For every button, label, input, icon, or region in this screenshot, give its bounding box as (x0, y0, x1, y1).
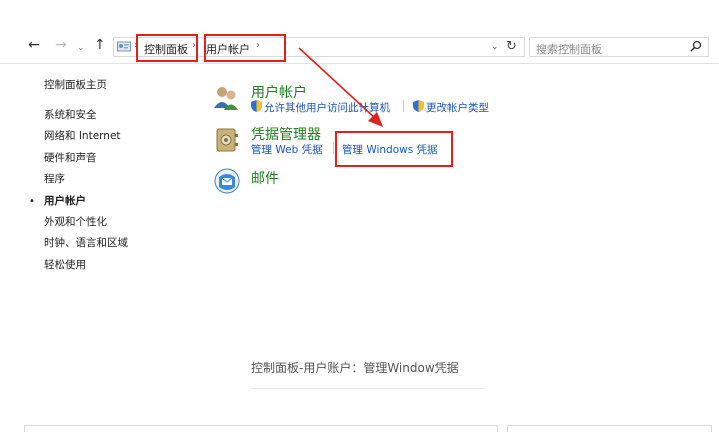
cut-off-search-box (507, 425, 712, 432)
caption-underline (250, 388, 483, 389)
image-caption: 控制面板-用户账户：管理Window凭据 (251, 361, 459, 375)
next-screenshot-strip (0, 422, 719, 432)
cut-off-address-box (24, 425, 498, 432)
